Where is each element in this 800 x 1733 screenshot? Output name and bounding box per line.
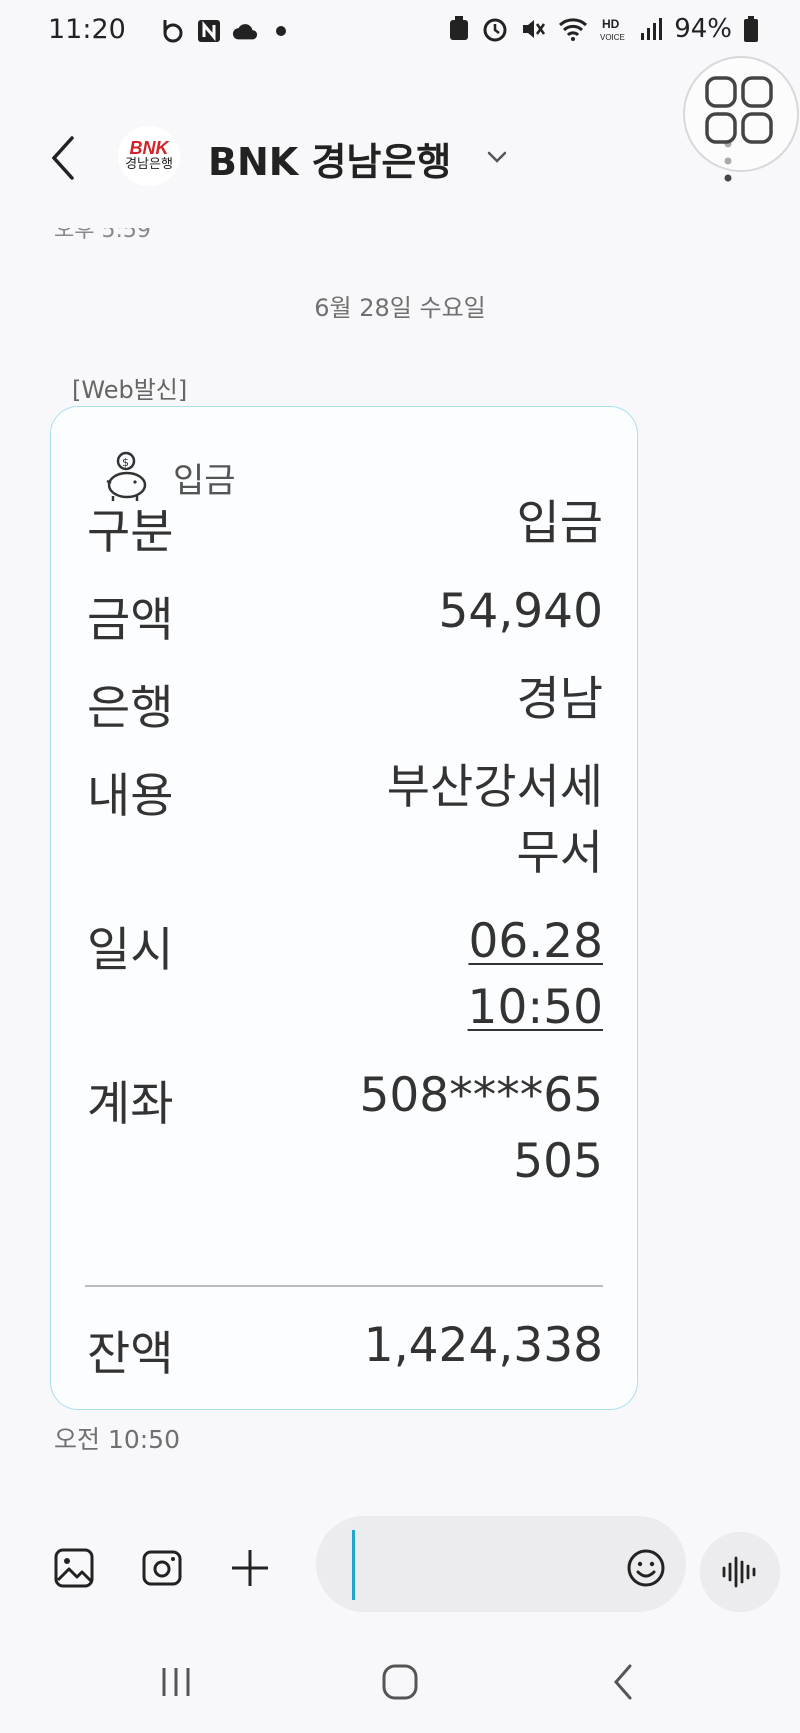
row-value-memo-line2: 무서 <box>516 826 603 881</box>
hd-voice-icon: HD VOICE <box>600 17 625 42</box>
message-bubble[interactable]: $ 입금 구분 입금 금액 54,940 은행 경남 내용 부산강서세 무서 일… <box>50 406 638 1410</box>
svg-text:HD: HD <box>602 17 620 31</box>
logo-text-bank: 경남은행 <box>125 157 173 172</box>
row-value-type: 입금 <box>516 496 603 551</box>
naver-icon <box>196 18 222 44</box>
wifi-icon <box>559 18 588 41</box>
row-label-balance: 잔액 <box>87 1327 174 1382</box>
row-value-datetime-line2[interactable]: 10:50 <box>468 975 603 1041</box>
svg-text:$: $ <box>122 456 129 469</box>
apps-grid-icon <box>705 76 773 144</box>
add-attachment-button[interactable] <box>228 1546 278 1596</box>
row-label-amount: 금액 <box>87 593 174 648</box>
status-time: 11:20 <box>48 14 126 45</box>
gallery-button[interactable] <box>52 1546 102 1596</box>
row-value-account-line1: 508****65 <box>359 1068 603 1123</box>
sender-tag: [Web발신] <box>72 376 188 404</box>
recents-icon <box>162 1668 190 1696</box>
row-value-amount: 54,940 <box>438 584 603 639</box>
recycle-icon <box>450 16 469 40</box>
emoji-button[interactable] <box>624 1546 674 1596</box>
previous-message-time: 오후 5:59 <box>54 218 151 243</box>
home-icon <box>382 1664 418 1700</box>
floating-apps-button[interactable] <box>683 56 799 172</box>
row-label-datetime: 일시 <box>87 923 174 978</box>
signal-icon <box>641 18 663 40</box>
cloud-icon <box>232 18 258 44</box>
nav-back-button[interactable] <box>594 1652 654 1712</box>
back-arrow-icon <box>51 136 74 180</box>
row-value-datetime-line1[interactable]: 06.28 <box>468 909 603 975</box>
nav-back-icon <box>614 1664 632 1700</box>
recents-button[interactable] <box>146 1652 206 1712</box>
b-app-icon <box>160 18 186 44</box>
row-value-memo-line1: 부산강서세 <box>386 760 603 815</box>
conversation-title[interactable]: BNK 경남은행 <box>208 131 451 186</box>
battery-percent: 94% <box>674 14 732 44</box>
text-cursor <box>352 1530 355 1600</box>
row-value-account-line2: 505 <box>513 1134 603 1189</box>
home-button[interactable] <box>370 1652 430 1712</box>
row-label-bank: 은행 <box>87 681 174 736</box>
dot-icon <box>268 18 294 44</box>
mute-icon <box>523 20 546 38</box>
back-button[interactable] <box>42 128 86 188</box>
date-separator: 6월 28일 수요일 <box>314 294 486 322</box>
row-label-type: 구분 <box>87 505 174 560</box>
battery-icon <box>744 16 758 42</box>
card-header-label: 입금 <box>173 460 236 501</box>
row-value-bank: 경남 <box>516 672 603 727</box>
plus-icon <box>232 1550 268 1586</box>
card-divider <box>85 1285 603 1287</box>
camera-icon <box>142 1550 182 1586</box>
voice-input-button[interactable] <box>700 1532 780 1612</box>
alarm-icon <box>483 18 507 42</box>
contact-avatar[interactable]: BNK 경남은행 <box>118 126 180 186</box>
row-label-account: 계좌 <box>87 1077 174 1132</box>
camera-button[interactable] <box>140 1546 190 1596</box>
emoji-icon <box>627 1549 665 1587</box>
row-value-balance: 1,424,338 <box>363 1318 603 1373</box>
status-left-icons <box>160 18 294 44</box>
logo-text-bnk: BNK <box>129 138 169 158</box>
row-label-memo: 내용 <box>87 769 174 824</box>
message-time: 오전 10:50 <box>54 1425 180 1454</box>
status-right-icons: HD VOICE 94% <box>448 14 758 44</box>
svg-text:VOICE: VOICE <box>600 33 625 42</box>
gallery-icon <box>54 1548 94 1588</box>
voice-wave-icon <box>722 1556 756 1588</box>
chevron-down-icon[interactable] <box>484 144 510 170</box>
